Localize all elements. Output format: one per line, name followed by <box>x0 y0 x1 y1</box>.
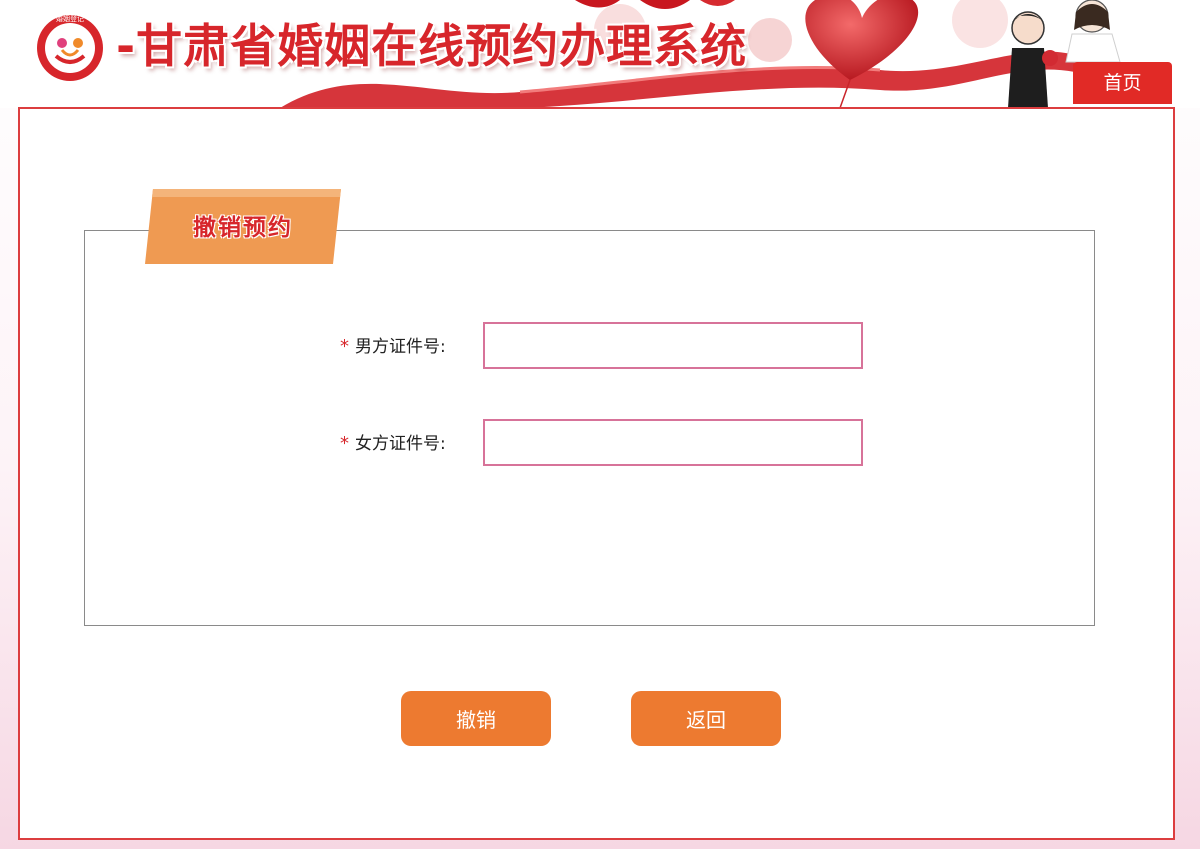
site-title: -甘肃省婚姻在线预约办理系统 <box>116 19 748 73</box>
male-id-label: * 男方证件号: <box>340 322 475 372</box>
header-banner: 婚姻登记 -甘肃省婚姻在线预约办理系统 首页 <box>0 0 1200 108</box>
required-mark: * <box>340 433 349 454</box>
panel-tab-label: 撤销预约 <box>193 214 293 241</box>
home-button[interactable]: 首页 <box>1073 62 1172 104</box>
male-id-label-text: 男方证件号: <box>355 337 446 357</box>
female-id-label-text: 女方证件号: <box>355 434 446 454</box>
site-logo: 婚姻登记 <box>34 12 106 84</box>
female-id-label: * 女方证件号: <box>340 419 475 469</box>
male-id-input[interactable] <box>483 322 863 369</box>
logo-text: 婚姻登记 <box>56 14 84 23</box>
cancel-reservation-button[interactable]: 撤销 <box>401 691 551 746</box>
back-button[interactable]: 返回 <box>631 691 781 746</box>
panel-tab: 撤销预约 <box>145 189 341 264</box>
required-mark: * <box>340 336 349 357</box>
female-id-input[interactable] <box>483 419 863 466</box>
main-frame: * 男方证件号: * 女方证件号: 撤销预约 撤销 返回 <box>18 107 1175 840</box>
cancel-reservation-panel: * 男方证件号: * 女方证件号: <box>84 230 1095 626</box>
